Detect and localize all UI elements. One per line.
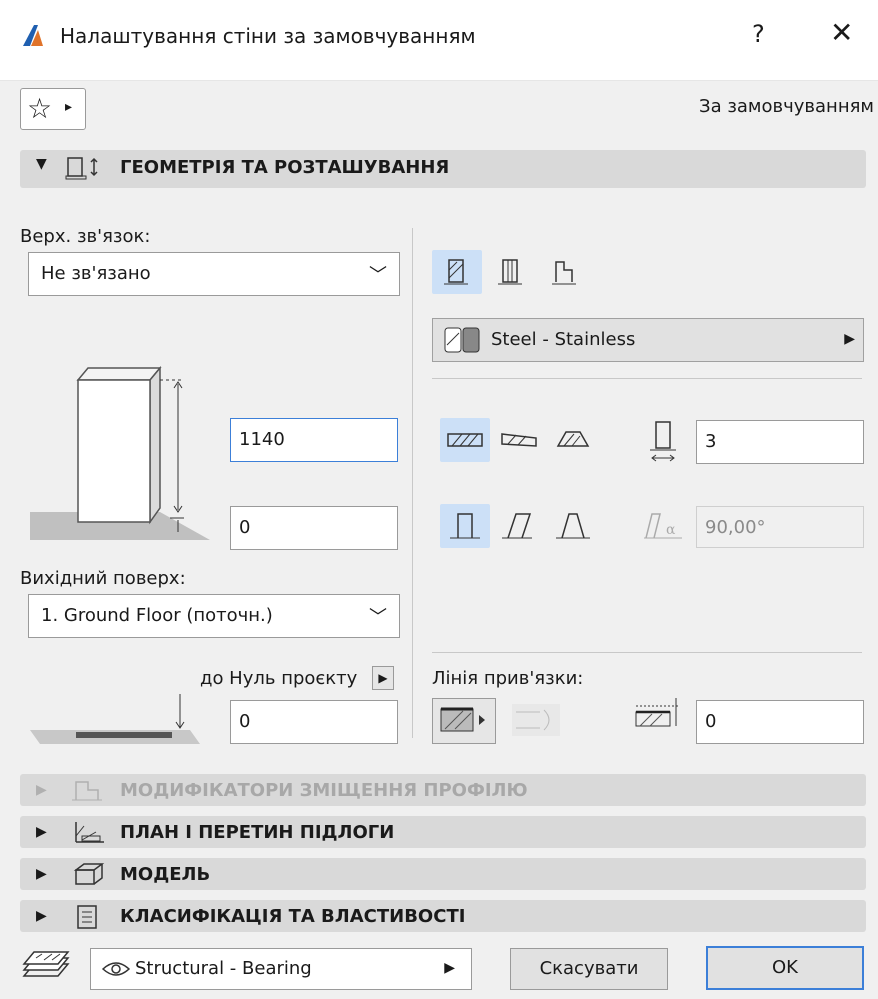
expand-right-icon: ▶ — [36, 866, 47, 882]
trapezoid-wall-button[interactable] — [494, 418, 544, 462]
reference-level-button[interactable]: ▶ — [372, 666, 394, 690]
chevron-down-icon: ﹀ — [369, 265, 387, 286]
profile-structure-button[interactable] — [540, 250, 590, 294]
straight-wall-button[interactable] — [440, 418, 490, 462]
section-profile-modifiers[interactable]: ▶ МОДИФІКАТОРИ ЗМІЩЕННЯ ПРОФІЛЮ — [20, 774, 866, 806]
base-offset-value: 0 — [239, 711, 251, 732]
slant-angle-input: 90,00° — [696, 506, 864, 548]
title-bar: Налаштування стіни за замовчуванням ? ✕ — [0, 0, 878, 81]
window-title: Налаштування стіни за замовчуванням — [60, 24, 476, 48]
arrow-right-icon: ▶ — [378, 671, 388, 685]
complex-profile-icon — [552, 261, 576, 285]
reference-line-offset-value: 0 — [705, 711, 717, 732]
double-slanted-wall-button[interactable] — [548, 504, 598, 548]
material-name: Steel - Stainless — [491, 329, 636, 350]
expand-right-icon: ▶ — [36, 782, 47, 798]
section-floor-plan[interactable]: ▶ ПЛАН І ПЕРЕТИН ПІДЛОГИ — [20, 816, 866, 848]
layer-icon — [22, 951, 70, 977]
favorites-button[interactable]: ☆ ▸ — [20, 88, 86, 130]
divider — [432, 652, 862, 653]
vertical-wall-icon — [450, 513, 480, 539]
building-material-icon — [444, 327, 480, 353]
layer-value: Structural - Bearing — [135, 958, 312, 979]
cancel-button[interactable]: Скасувати — [510, 948, 668, 990]
home-story-select[interactable]: 1. Ground Floor (поточн.) ﹀ — [28, 594, 400, 638]
thickness-value: 3 — [705, 431, 717, 452]
ok-button[interactable]: OK — [706, 946, 864, 990]
trapezoid-wall-icon — [501, 433, 537, 447]
top-link-value: Не зв'язано — [41, 263, 151, 284]
thickness-input[interactable]: 3 — [696, 420, 864, 464]
material-picker[interactable]: Steel - Stainless ▶ — [432, 318, 864, 362]
double-slanted-wall-icon — [556, 513, 590, 539]
arrow-right-icon: ▸ — [65, 99, 73, 115]
section-model-title: МОДЕЛЬ — [120, 864, 211, 885]
height-input[interactable]: 1140 — [230, 418, 398, 462]
top-link-label: Верх. зв'язок: — [20, 226, 151, 247]
star-icon: ☆ — [27, 92, 53, 125]
basic-wall-icon — [444, 259, 468, 285]
polygonal-wall-button[interactable] — [548, 418, 598, 462]
top-offset-input[interactable]: 0 — [230, 506, 398, 550]
polygonal-wall-icon — [556, 431, 590, 447]
help-button[interactable]: ? — [752, 20, 765, 48]
geometry-panel-header[interactable]: ▼ ГЕОМЕТРІЯ ТА РОЗТАШУВАННЯ — [20, 150, 866, 188]
top-offset-value: 0 — [239, 517, 251, 538]
composite-wall-icon — [498, 259, 522, 285]
profile-modifier-icon — [72, 781, 102, 801]
reference-line-offset-icon — [635, 698, 678, 727]
straight-wall-icon — [447, 433, 483, 447]
reference-line-icon — [440, 707, 485, 732]
geometry-panel-title: ГЕОМЕТРІЯ ТА РОЗТАШУВАННЯ — [120, 157, 450, 178]
wall-geometry-icon — [65, 157, 98, 180]
section-profile-modifiers-title: МОДИФІКАТОРИ ЗМІЩЕННЯ ПРОФІЛЮ — [120, 780, 528, 801]
close-button[interactable]: ✕ — [830, 16, 853, 49]
section-classification-title: КЛАСИФІКАЦІЯ ТА ВЛАСТИВОСТІ — [120, 906, 466, 927]
slanted-wall-button[interactable] — [494, 504, 544, 548]
basic-structure-button[interactable] — [432, 250, 482, 294]
home-story-value: 1. Ground Floor (поточн.) — [41, 605, 273, 626]
section-classification[interactable]: ▶ КЛАСИФІКАЦІЯ ТА ВЛАСТИВОСТІ — [20, 900, 866, 932]
model-cube-icon — [73, 863, 105, 885]
base-offset-input[interactable]: 0 — [230, 700, 398, 744]
reference-line-select[interactable] — [432, 698, 496, 744]
column-divider — [412, 228, 413, 738]
eye-icon — [101, 962, 131, 976]
arrow-right-icon: ▶ — [844, 331, 855, 347]
home-story-label: Вихідний поверх: — [20, 568, 186, 589]
expand-right-icon: ▶ — [36, 908, 47, 924]
classification-document-icon — [77, 905, 97, 929]
svg-text:α: α — [666, 522, 676, 538]
reference-line-offset-input[interactable]: 0 — [696, 700, 864, 744]
slant-angle-icon: α — [644, 513, 682, 539]
archicad-logo-icon — [23, 25, 43, 46]
slanted-wall-icon — [502, 513, 532, 539]
expand-down-icon: ▼ — [36, 156, 47, 172]
wall-preview-icon — [30, 365, 210, 540]
vertical-wall-button[interactable] — [440, 504, 490, 548]
divider — [432, 378, 862, 379]
top-link-select[interactable]: Не зв'язано ﹀ — [28, 252, 400, 296]
chevron-down-icon: ﹀ — [369, 607, 387, 628]
layer-select[interactable]: Structural - Bearing ▶ — [90, 948, 472, 990]
section-model[interactable]: ▶ МОДЕЛЬ — [20, 858, 866, 890]
height-value: 1140 — [239, 429, 285, 450]
reference-line-label: Лінія прив'язки: — [432, 668, 584, 689]
composite-structure-button[interactable] — [486, 250, 536, 294]
floor-plan-icon — [75, 822, 104, 843]
wall-thickness-icon — [650, 421, 676, 462]
flip-reference-line-icon[interactable] — [508, 698, 564, 742]
slant-angle-value: 90,00° — [705, 517, 766, 538]
to-project-zero-label: до Нуль проєкту — [200, 668, 358, 689]
arrow-right-icon: ▶ — [444, 960, 455, 976]
base-level-icon — [30, 694, 200, 744]
section-floor-plan-title: ПЛАН І ПЕРЕТИН ПІДЛОГИ — [120, 822, 395, 843]
default-label: За замовчуванням — [699, 96, 874, 117]
expand-right-icon: ▶ — [36, 824, 47, 840]
